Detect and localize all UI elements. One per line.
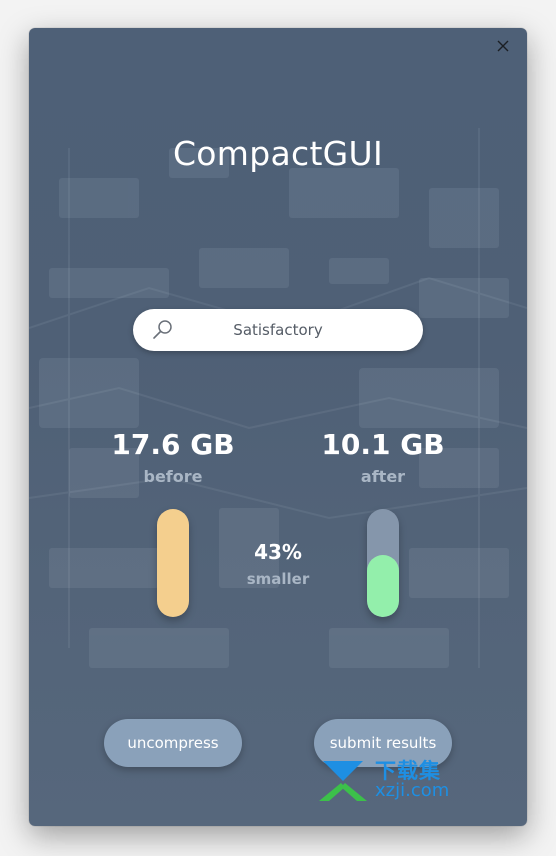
size-after-value: 10.1 GB <box>321 428 445 461</box>
reduction-percent: 43% <box>254 540 302 564</box>
after-size-bar <box>367 509 399 617</box>
reduction-label: smaller <box>246 570 310 588</box>
search-input[interactable]: Satisfactory <box>133 309 423 351</box>
before-size-bar <box>157 509 189 617</box>
size-before-value: 17.6 GB <box>111 428 235 461</box>
size-before-label: before <box>143 467 203 486</box>
watermark-text-en: xzji.com <box>375 780 450 801</box>
app-title: CompactGUI <box>172 134 384 173</box>
size-after-label: after <box>360 467 406 486</box>
watermark-logo-icon <box>319 761 367 801</box>
close-button[interactable] <box>489 36 517 56</box>
search-value: Satisfactory <box>233 321 323 339</box>
uncompress-button[interactable]: uncompress <box>104 719 242 767</box>
app-window: CompactGUI Satisfactory 17.6 GB before 4… <box>29 28 527 826</box>
after-size-bar-fill <box>367 555 399 617</box>
close-icon <box>497 40 509 52</box>
watermark: 下载集 xzji.com <box>315 755 475 805</box>
